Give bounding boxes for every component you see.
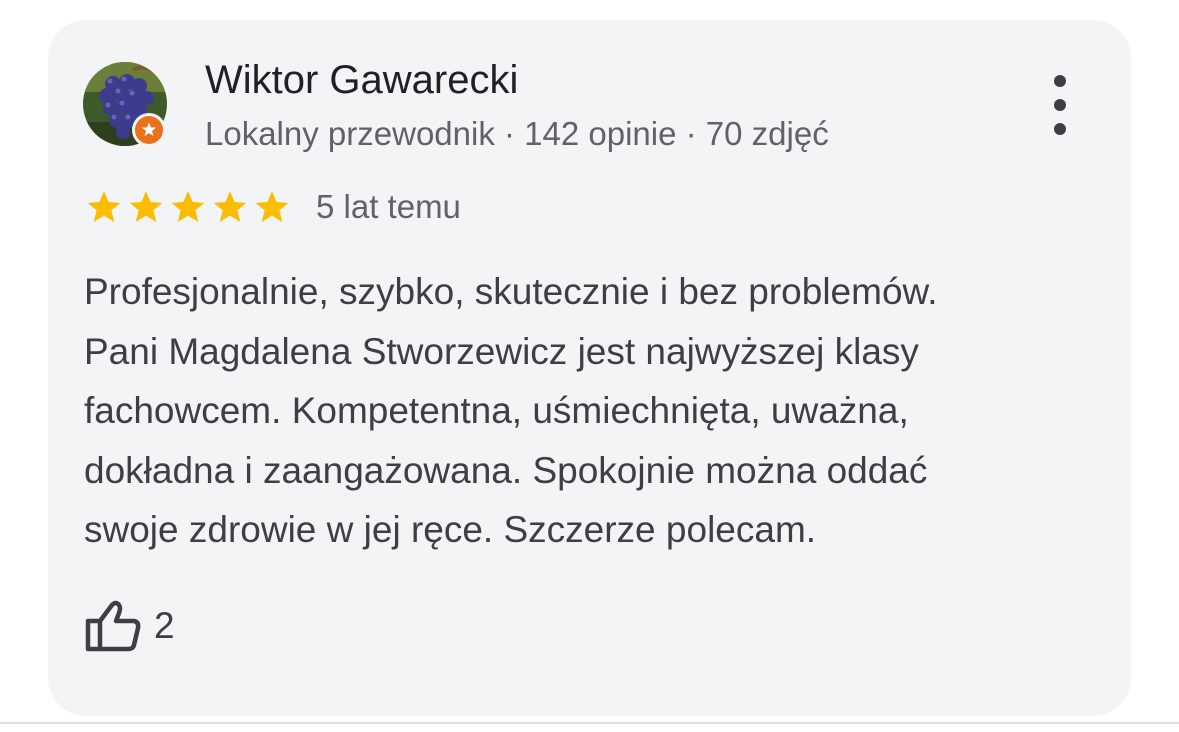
local-guide-star-icon [141, 122, 157, 136]
review-time: 5 lat temu [316, 188, 461, 225]
more-vert-icon-dot-1 [1054, 75, 1066, 87]
review-card: Wiktor Gawarecki Lokalny przewodnik · 14… [48, 20, 1131, 716]
review-text-line: swoje zdrowie w jej ręce. Szczerze polec… [84, 509, 817, 550]
divider [0, 722, 1179, 724]
author-name[interactable]: Wiktor Gawarecki [205, 58, 518, 103]
star-icon [171, 191, 205, 222]
review-text-line: dokładna i zaangażowana. Spokojnie można… [84, 449, 928, 491]
star-icon [255, 191, 289, 222]
local-guide-badge [132, 113, 166, 147]
star-icon [213, 191, 247, 222]
star-icon [87, 191, 121, 222]
review-text: Profesjonalnie, szybko, skutecznie i bez… [84, 262, 1104, 560]
more-vert-icon-dot-3 [1054, 123, 1066, 135]
review-text-line: fachowcem. Kompetentna, uśmiechnięta, uw… [84, 390, 909, 431]
star-rating [84, 187, 292, 227]
more-vert-icon-dot-2 [1054, 99, 1066, 111]
thumbs-up-icon [85, 600, 141, 652]
more-options-button[interactable] [1038, 75, 1082, 135]
like-button[interactable]: 2 [84, 598, 175, 654]
review-text-line: Pani Magdalena Stworzewicz jest najwyższ… [84, 330, 919, 372]
like-count: 2 [154, 605, 175, 646]
rating-row: 5 lat temu [84, 187, 461, 227]
star-icon [129, 191, 163, 222]
review-text-line: Profesjonalnie, szybko, skutecznie i bez… [84, 271, 938, 312]
author-meta: Lokalny przewodnik · 142 opinie · 70 zdj… [205, 115, 829, 152]
